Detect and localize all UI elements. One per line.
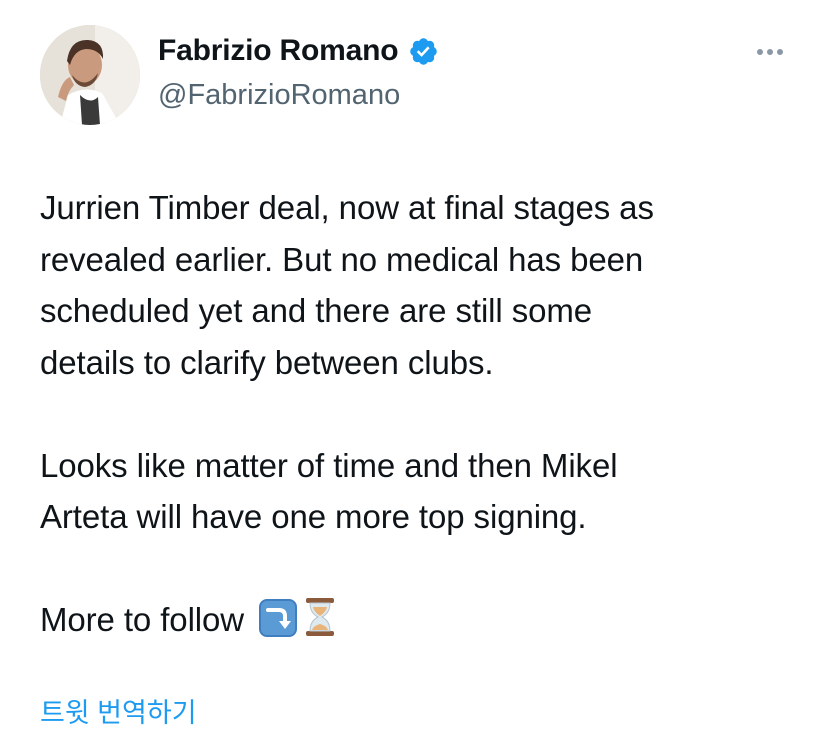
tweet-text: Jurrien Timber deal, now at final stages… [40, 182, 800, 652]
tweet-line: Arteta will have one more top signing. [40, 498, 587, 535]
tweet-line: revealed earlier. But no medical has bee… [40, 240, 644, 278]
tweet-line: More to follow [40, 594, 800, 652]
avatar[interactable] [40, 25, 140, 125]
verified-badge-icon [408, 36, 439, 67]
tweet-line: Jurrien Timber deal, now at final stages… [40, 189, 654, 226]
tweet-line-text: More to follow [40, 601, 245, 638]
tweet-line: scheduled yet and there are still some [40, 292, 593, 329]
tweet-line: details to clarify between clubs. [40, 343, 494, 381]
right-arrow-curving-down-emoji [259, 599, 298, 652]
profile-photo [40, 25, 140, 125]
translate-tweet-link[interactable]: 트윗 번역하기 [40, 691, 197, 730]
tweet-paragraph: More to follow [40, 594, 800, 652]
author-display-name[interactable]: Fabrizio Romano [158, 34, 399, 68]
tweet-paragraph: Jurrien Timber deal, now at final stages… [40, 182, 800, 388]
author-handle[interactable]: @FabrizioRomano [158, 79, 400, 112]
author-name-row[interactable]: Fabrizio Romano [158, 34, 439, 68]
tweet-line: Looks like matter of time and then Mikel [40, 446, 618, 484]
hourglass-emoji [303, 597, 337, 652]
more-horizontal-icon[interactable] [752, 42, 788, 62]
tweet-paragraph: Looks like matter of time and then Mikel… [40, 440, 800, 543]
